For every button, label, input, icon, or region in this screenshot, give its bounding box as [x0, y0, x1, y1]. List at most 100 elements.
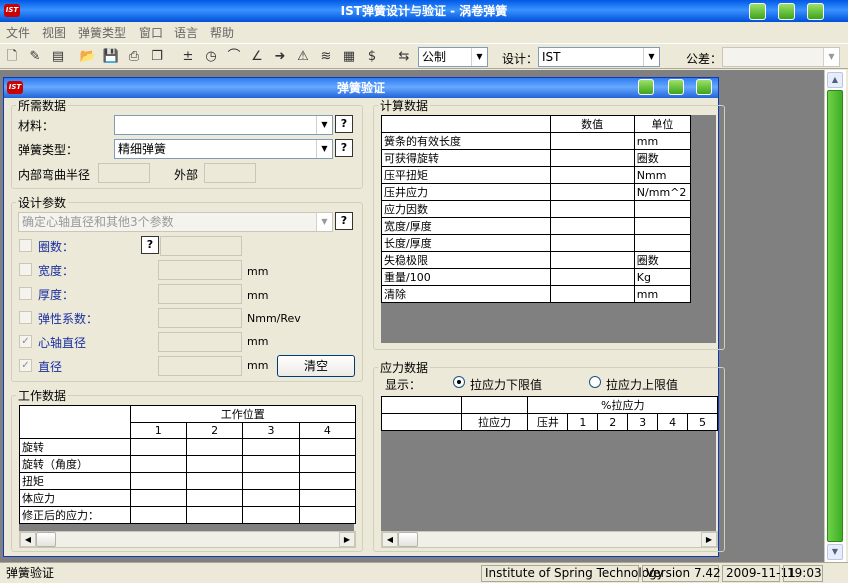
work-cell[interactable]: [298, 489, 357, 507]
child-maximize-button[interactable]: [668, 79, 684, 95]
work-cell[interactable]: [185, 506, 244, 524]
wave-icon[interactable]: ≋: [316, 47, 336, 67]
dollar-icon[interactable]: $: [362, 47, 382, 67]
warning-icon[interactable]: ⚠: [293, 47, 313, 67]
status-version: Version 7.42: [642, 565, 721, 582]
width-checkbox[interactable]: [19, 263, 32, 276]
material-select[interactable]: ▼: [114, 115, 333, 135]
copy-icon[interactable]: ❐: [147, 47, 167, 67]
report-icon[interactable]: ▤: [48, 47, 68, 67]
menu-help[interactable]: 帮助: [210, 24, 234, 41]
work-cell[interactable]: [298, 472, 357, 490]
chart-icon[interactable]: ⌒: [224, 47, 244, 67]
scroll-thumb[interactable]: [398, 532, 418, 547]
clear-button[interactable]: 清空: [277, 355, 355, 377]
scroll-thumb[interactable]: [36, 532, 56, 547]
design-mode-help-button[interactable]: ?: [335, 212, 353, 230]
spring-rate-checkbox[interactable]: [19, 311, 32, 324]
edit-icon[interactable]: ✎: [25, 47, 45, 67]
work-cell[interactable]: [129, 506, 187, 524]
arbor-diameter-input[interactable]: [158, 332, 242, 352]
work-hscrollbar[interactable]: ◀ ▶: [19, 531, 356, 548]
maximize-button[interactable]: [778, 3, 795, 20]
spring-type-select[interactable]: 精细弹簧 ▼: [114, 139, 333, 159]
menu-file[interactable]: 文件: [6, 24, 30, 41]
work-cell[interactable]: [185, 472, 244, 490]
new-icon[interactable]: 🗋: [2, 47, 22, 67]
arrow-right-icon[interactable]: ➜: [270, 47, 290, 67]
clock-icon[interactable]: ◷: [201, 47, 221, 67]
scroll-right-icon[interactable]: ▶: [339, 532, 355, 547]
work-cell[interactable]: [242, 455, 300, 473]
work-cell[interactable]: [298, 506, 357, 524]
chevron-down-icon[interactable]: ▼: [471, 48, 487, 66]
work-cell[interactable]: [242, 489, 300, 507]
coils-help-button[interactable]: ?: [141, 236, 159, 254]
chevron-down-icon[interactable]: ▼: [316, 213, 332, 231]
spring-type-help-button[interactable]: ?: [335, 139, 353, 157]
lower-limit-radio[interactable]: [453, 376, 465, 388]
main-vscrollbar[interactable]: ▲ ▼: [824, 70, 846, 562]
arbor-diameter-checkbox[interactable]: ✓: [19, 335, 32, 348]
upper-limit-radio[interactable]: [589, 376, 601, 388]
outer-bend-radius-input[interactable]: [204, 163, 256, 183]
diameter-checkbox[interactable]: ✓: [19, 359, 32, 372]
status-bar: 弹簧验证 Institute of Spring Technology Vers…: [0, 562, 848, 583]
inner-bend-radius-input[interactable]: [98, 163, 150, 183]
work-cell[interactable]: [129, 455, 187, 473]
chevron-down-icon[interactable]: ▼: [643, 48, 659, 66]
scroll-thumb[interactable]: [827, 90, 843, 542]
minimize-button[interactable]: [749, 3, 766, 20]
table-row: 扭矩: [19, 472, 357, 490]
menu-spring-type[interactable]: 弹簧类型: [78, 24, 126, 41]
work-cell[interactable]: [242, 506, 300, 524]
scroll-up-icon[interactable]: ▲: [827, 72, 843, 88]
scroll-left-icon[interactable]: ◀: [20, 532, 36, 547]
units-select[interactable]: 公制 ▼: [418, 47, 488, 67]
work-cell[interactable]: [185, 455, 244, 473]
chevron-down-icon[interactable]: ▼: [316, 116, 332, 134]
work-cell[interactable]: [185, 438, 244, 456]
coils-input[interactable]: [160, 236, 242, 256]
child-minimize-button[interactable]: [638, 79, 654, 95]
material-help-button[interactable]: ?: [335, 115, 353, 133]
work-cell[interactable]: [242, 438, 300, 456]
work-cell[interactable]: [185, 489, 244, 507]
work-cell[interactable]: [129, 438, 187, 456]
scroll-down-icon[interactable]: ▼: [827, 544, 843, 560]
save-icon[interactable]: 💾: [101, 47, 121, 67]
open-folder-icon[interactable]: 📂: [78, 47, 98, 67]
scroll-right-icon[interactable]: ▶: [701, 532, 717, 547]
print-icon[interactable]: ⎙: [124, 47, 144, 67]
work-cell[interactable]: [298, 455, 357, 473]
design-mode-select[interactable]: 确定心轴直径和其他3个参数 ▼: [18, 212, 333, 232]
menu-language[interactable]: 语言: [174, 24, 198, 41]
thickness-input[interactable]: [158, 284, 242, 304]
scroll-left-icon[interactable]: ◀: [382, 532, 398, 547]
swap-icon[interactable]: ⇆: [394, 47, 414, 67]
chevron-down-icon[interactable]: ▼: [823, 48, 839, 66]
tolerance-icon[interactable]: ±: [178, 47, 198, 67]
grid-icon[interactable]: ▦: [339, 47, 359, 67]
work-cell[interactable]: [129, 472, 187, 490]
design-select[interactable]: IST ▼: [538, 47, 660, 67]
close-button[interactable]: [807, 3, 824, 20]
diameter-input[interactable]: [158, 356, 242, 376]
thickness-checkbox[interactable]: [19, 287, 32, 300]
width-input[interactable]: [158, 260, 242, 280]
spring-rate-input[interactable]: [158, 308, 242, 328]
menu-window[interactable]: 窗口: [139, 24, 163, 41]
child-close-button[interactable]: [696, 79, 712, 95]
title-bar: IST IST弹簧设计与验证 - 涡卷弹簧: [0, 0, 848, 22]
calc-value-cell: [549, 217, 635, 235]
angle-icon[interactable]: ∠: [247, 47, 267, 67]
work-cell[interactable]: [242, 472, 300, 490]
coils-checkbox[interactable]: [19, 239, 32, 252]
work-cell[interactable]: [129, 489, 187, 507]
work-cell[interactable]: [298, 438, 357, 456]
calc-unit-cell: 圈数: [633, 149, 692, 167]
menu-view[interactable]: 视图: [42, 24, 66, 41]
chevron-down-icon[interactable]: ▼: [316, 140, 332, 158]
tolerance-select[interactable]: ▼: [722, 47, 840, 67]
stress-hscrollbar[interactable]: ◀ ▶: [381, 531, 718, 548]
